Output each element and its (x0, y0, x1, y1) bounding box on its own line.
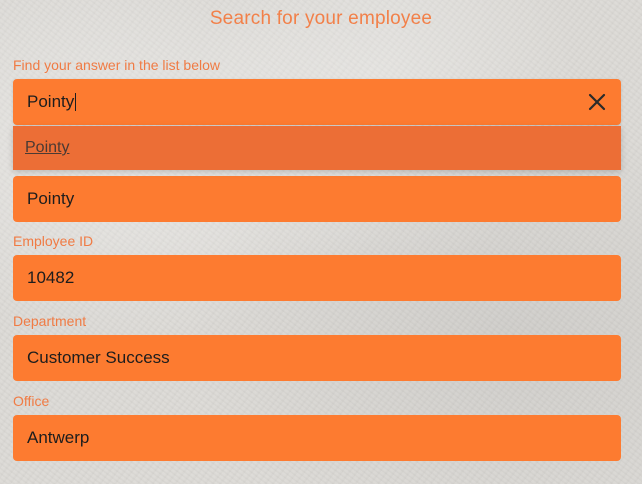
office-label: Office (13, 393, 50, 409)
search-label: Find your answer in the list below (13, 57, 220, 73)
department-label: Department (13, 313, 87, 329)
page-title: Search for your employee (209, 8, 433, 29)
name-field-value: Pointy (27, 189, 75, 208)
employee-id-label: Employee ID (13, 233, 94, 249)
department-value: Customer Success (27, 348, 170, 367)
autocomplete-dropdown: Pointy (13, 126, 621, 170)
clear-search-button[interactable] (587, 92, 607, 112)
text-caret (75, 93, 77, 111)
office-field[interactable]: Antwerp (13, 415, 621, 461)
office-value: Antwerp (27, 428, 90, 447)
search-input[interactable]: Pointy (13, 79, 621, 125)
name-field[interactable]: Pointy (13, 176, 621, 222)
search-input-value: Pointy (27, 92, 75, 111)
dropdown-option[interactable]: Pointy (25, 139, 69, 157)
employee-id-field[interactable]: 10482 (13, 255, 621, 301)
department-field[interactable]: Customer Success (13, 335, 621, 381)
close-icon (588, 93, 606, 111)
employee-id-value: 10482 (27, 268, 75, 287)
